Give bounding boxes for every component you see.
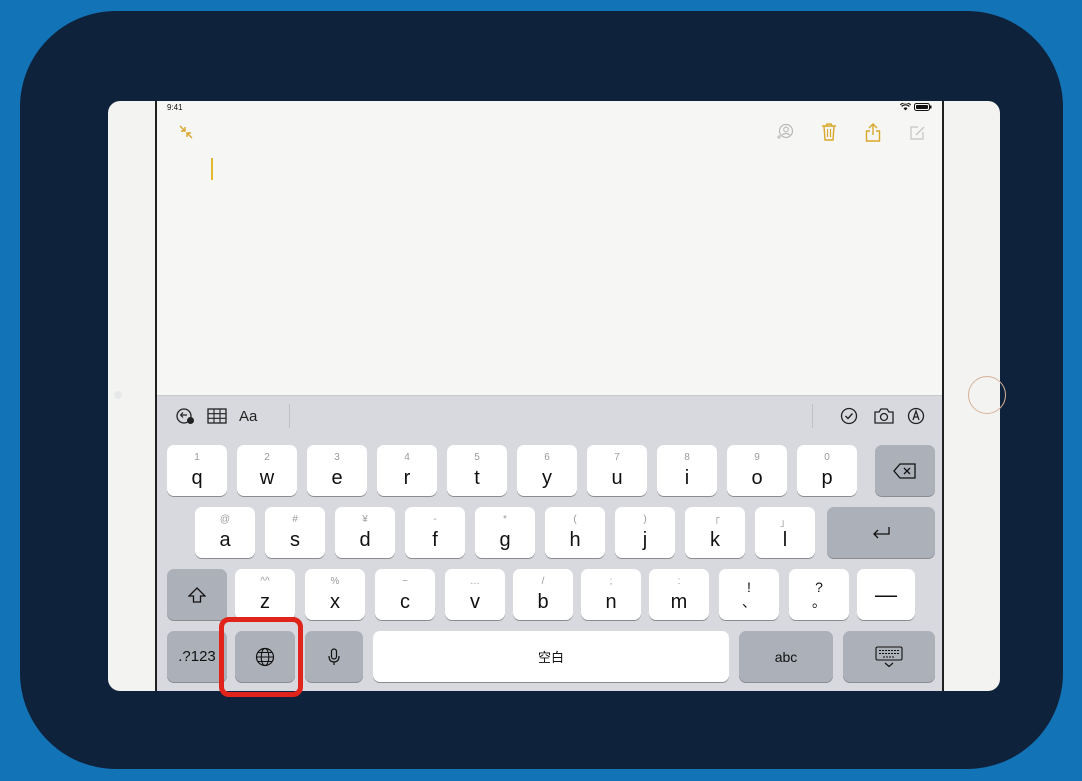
microphone-icon — [305, 631, 363, 682]
assist-divider-right — [812, 404, 813, 428]
keyboard-assist-bar: Aa — [157, 396, 942, 436]
key-o[interactable]: 9o — [727, 445, 787, 496]
camera-icon[interactable] — [873, 407, 895, 425]
key-g[interactable]: * g — [475, 507, 535, 558]
key-r[interactable]: 4r — [377, 445, 437, 496]
key-w[interactable]: 2w — [237, 445, 297, 496]
status-time: 9:41 — [167, 103, 183, 112]
share-person-icon[interactable] — [776, 123, 794, 141]
key-exclaim-comma[interactable]: ! 、 — [719, 569, 779, 620]
compose-icon[interactable] — [908, 123, 926, 141]
key-t[interactable]: 5t — [447, 445, 507, 496]
key-y[interactable]: 6y — [517, 445, 577, 496]
delete-icon — [875, 445, 935, 496]
key-c[interactable]: ~ c — [375, 569, 435, 620]
key-m[interactable]: :m — [649, 569, 709, 620]
key-u[interactable]: 7u — [587, 445, 647, 496]
return-key[interactable] — [827, 507, 935, 558]
battery-icon — [914, 103, 932, 111]
format-button[interactable]: Aa — [239, 407, 257, 425]
shift-key[interactable] — [167, 569, 227, 620]
checklist-icon[interactable] — [840, 407, 858, 425]
dictation-key[interactable] — [305, 631, 363, 682]
delete-key[interactable] — [875, 445, 935, 496]
key-h[interactable]: (h — [545, 507, 605, 558]
key-j[interactable]: ) j — [615, 507, 675, 558]
text-cursor — [211, 158, 213, 180]
key-i[interactable]: 8i — [657, 445, 717, 496]
table-icon[interactable] — [207, 407, 227, 425]
space-key[interactable]: 空白 — [373, 631, 729, 682]
key-p[interactable]: 0p — [797, 445, 857, 496]
key-d[interactable]: ¥ d — [335, 507, 395, 558]
key-z[interactable]: ^^ z — [235, 569, 295, 620]
key-f[interactable]: -f — [405, 507, 465, 558]
collapse-icon[interactable] — [179, 125, 193, 139]
abc-key[interactable]: abc — [739, 631, 833, 682]
key-q[interactable]: 1q — [167, 445, 227, 496]
share-icon[interactable] — [864, 122, 882, 142]
numbers-key[interactable]: .?123 — [167, 631, 227, 682]
dismiss-keyboard-key[interactable] — [843, 631, 935, 682]
keyboard-dismiss-icon — [843, 631, 935, 682]
status-icons — [900, 103, 932, 111]
undo-redo-icon[interactable] — [175, 407, 195, 425]
ipad-screen: 9:41 Aa 1 q 2 w 3 e 4 r 5 t 6 y 7 u 8 i … — [155, 101, 944, 691]
key-question-period[interactable]: ? 。 — [789, 569, 849, 620]
key-v[interactable]: … v — [445, 569, 505, 620]
key-x[interactable]: % x — [305, 569, 365, 620]
key-dash[interactable]: — — [857, 569, 915, 620]
key-s[interactable]: # s — [265, 507, 325, 558]
key-n[interactable]: ; n — [581, 569, 641, 620]
key-b[interactable]: / b — [513, 569, 573, 620]
home-button[interactable] — [968, 376, 1006, 414]
wifi-icon — [900, 103, 911, 111]
note-toolbar — [776, 122, 926, 142]
key-a[interactable]: @ a — [195, 507, 255, 558]
return-icon — [827, 507, 935, 558]
trash-icon[interactable] — [820, 123, 838, 141]
front-camera-dot — [114, 391, 122, 399]
key-k[interactable]: 「k — [685, 507, 745, 558]
globe-key-highlight — [219, 617, 303, 697]
markup-icon[interactable] — [907, 407, 925, 425]
assist-divider-left — [289, 404, 290, 428]
shift-icon — [167, 569, 227, 620]
key-l[interactable]: 」 l — [755, 507, 815, 558]
key-e[interactable]: 3e — [307, 445, 367, 496]
